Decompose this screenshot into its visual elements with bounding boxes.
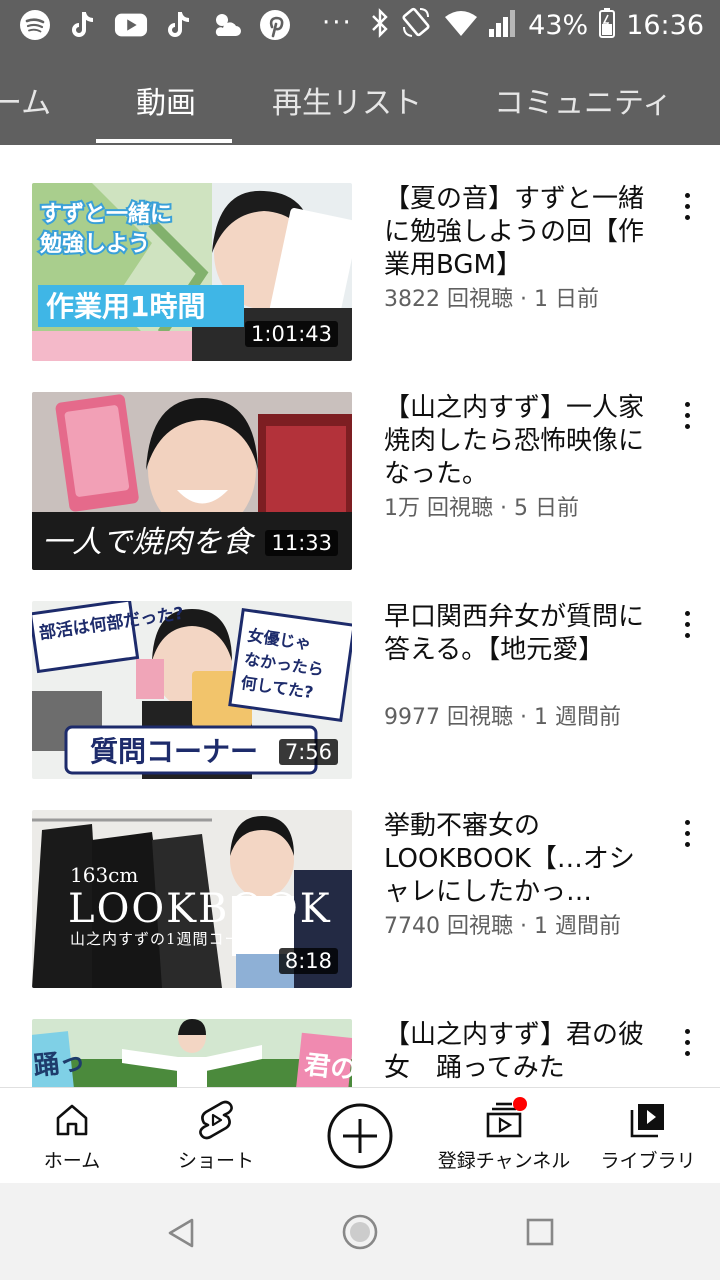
bottom-navigation: ホーム ショート 登録チャンネル ライブラリ	[0, 1087, 720, 1183]
weather-icon	[210, 8, 244, 42]
thumb-text: 山之内すずの1週間コーデ	[70, 930, 257, 948]
video-duration: 7:56	[278, 739, 338, 765]
video-list[interactable]: すずと一緒に 勉強しよう 作業用1時間 1:01:43 【夏の音】すずと一緒に勉…	[0, 145, 720, 1087]
signal-icon	[488, 7, 518, 43]
video-item[interactable]: 踊っ 君の 【山之内すず】君の彼女 踊ってみた	[0, 1019, 720, 1087]
clock: 16:36	[626, 9, 704, 41]
recents-icon[interactable]	[526, 1218, 554, 1246]
rotate-icon	[400, 7, 434, 43]
nav-subscriptions[interactable]: 登録チャンネル	[430, 1088, 578, 1184]
video-thumbnail[interactable]: 部活は何部だった? 女優じゃなかったら何してた? 質問コーナー 7:56	[32, 601, 352, 779]
create-button[interactable]	[327, 1103, 393, 1169]
home-icon	[56, 1104, 88, 1136]
spotify-icon	[18, 8, 52, 42]
video-item[interactable]: 一人で焼肉を食 11:33 【山之内すず】一人家焼肉したら恐怖映像になった。 1…	[0, 392, 720, 572]
home-circle-icon[interactable]	[341, 1213, 379, 1251]
video-item[interactable]: 部活は何部だった? 女優じゃなかったら何してた? 質問コーナー 7:56 早口関…	[0, 601, 720, 781]
thumb-text: LOOKBOOK	[68, 886, 332, 932]
more-options-button[interactable]	[672, 609, 702, 649]
library-icon	[630, 1104, 664, 1138]
more-options-button[interactable]	[672, 1027, 702, 1067]
wifi-icon	[444, 9, 478, 41]
tab-home[interactable]: ーム	[0, 78, 51, 122]
notification-dot-icon	[513, 1097, 527, 1111]
shorts-icon	[199, 1100, 233, 1140]
system-navigation-bar	[0, 1183, 720, 1280]
status-system-icons: 43% 16:36	[370, 6, 704, 44]
thumb-text: 作業用1時間	[46, 290, 205, 323]
video-title[interactable]: 早口関西弁女が質問に答える。【地元愛】	[384, 601, 654, 667]
more-options-button[interactable]	[672, 400, 702, 440]
more-options-button[interactable]	[672, 818, 702, 858]
video-meta: 1万 回視聴 · 5 日前	[384, 496, 579, 521]
nav-home-label: ホーム	[43, 1150, 101, 1172]
video-duration: 11:33	[265, 530, 338, 556]
thumb-text: 一人で焼肉を食	[42, 525, 256, 560]
video-item[interactable]: すずと一緒に 勉強しよう 作業用1時間 1:01:43 【夏の音】すずと一緒に勉…	[0, 183, 720, 363]
video-title[interactable]: 【夏の音】すずと一緒に勉強しようの回【作業用BGM】	[384, 183, 654, 282]
nav-library-label: ライブラリ	[600, 1150, 696, 1172]
thumb-text: 質問コーナー	[90, 735, 258, 768]
video-duration: 8:18	[278, 948, 338, 974]
nav-subscriptions-label: 登録チャンネル	[437, 1150, 571, 1172]
battery-icon	[598, 7, 616, 43]
tiktok-icon	[66, 8, 100, 42]
video-duration: 1:01:43	[245, 321, 338, 347]
more-notifications-indicator: ···	[322, 8, 353, 38]
nav-library[interactable]: ライブラリ	[596, 1088, 700, 1184]
thumb-text: 君の	[303, 1050, 352, 1085]
video-title[interactable]: 【山之内すず】君の彼女 踊ってみた	[384, 1019, 654, 1085]
active-tab-indicator	[96, 139, 232, 143]
video-title[interactable]: 【山之内すず】一人家焼肉したら恐怖映像になった。	[384, 392, 654, 491]
youtube-icon	[114, 8, 148, 42]
tab-videos[interactable]: 動画	[136, 78, 196, 122]
thumb-text: 勉強しよう	[39, 231, 150, 257]
video-thumbnail[interactable]: すずと一緒に 勉強しよう 作業用1時間 1:01:43	[32, 183, 352, 361]
tiktok-icon	[162, 8, 196, 42]
nav-shorts[interactable]: ショート	[166, 1088, 266, 1184]
video-title[interactable]: 挙動不審女のLOOKBOOK【…オシャレにしたかっ…	[384, 810, 654, 909]
video-thumbnail[interactable]: 一人で焼肉を食 11:33	[32, 392, 352, 570]
channel-tabs: ーム 動画 再生リスト コミュニティ	[0, 50, 720, 145]
back-icon[interactable]	[166, 1217, 196, 1249]
video-meta: 3822 回視聴 · 1 日前	[384, 287, 599, 312]
nav-home[interactable]: ホーム	[30, 1088, 114, 1184]
tab-playlists[interactable]: 再生リスト	[272, 78, 422, 122]
thumb-text: すずと一緒に	[40, 201, 172, 227]
bluetooth-icon	[370, 8, 390, 42]
tab-community[interactable]: コミュニティ	[494, 78, 672, 122]
video-meta: 7740 回視聴 · 1 週間前	[384, 914, 621, 939]
battery-percent: 43%	[528, 9, 589, 41]
video-meta: 9977 回視聴 · 1 週間前	[384, 705, 621, 730]
more-options-button[interactable]	[672, 191, 702, 231]
video-thumbnail[interactable]: 163cm LOOKBOOK 山之内すずの1週間コーデ 8:18	[32, 810, 352, 988]
nav-shorts-label: ショート	[177, 1150, 254, 1172]
status-bar: ··· 43% 16:36	[0, 0, 720, 50]
thumb-text: 163cm	[70, 863, 138, 887]
video-item[interactable]: 163cm LOOKBOOK 山之内すずの1週間コーデ 8:18 挙動不審女のL…	[0, 810, 720, 990]
status-notification-icons	[18, 6, 292, 44]
thumb-text: 踊っ	[32, 1047, 87, 1082]
pinterest-icon	[258, 8, 292, 42]
video-thumbnail[interactable]: 踊っ 君の	[32, 1019, 352, 1087]
